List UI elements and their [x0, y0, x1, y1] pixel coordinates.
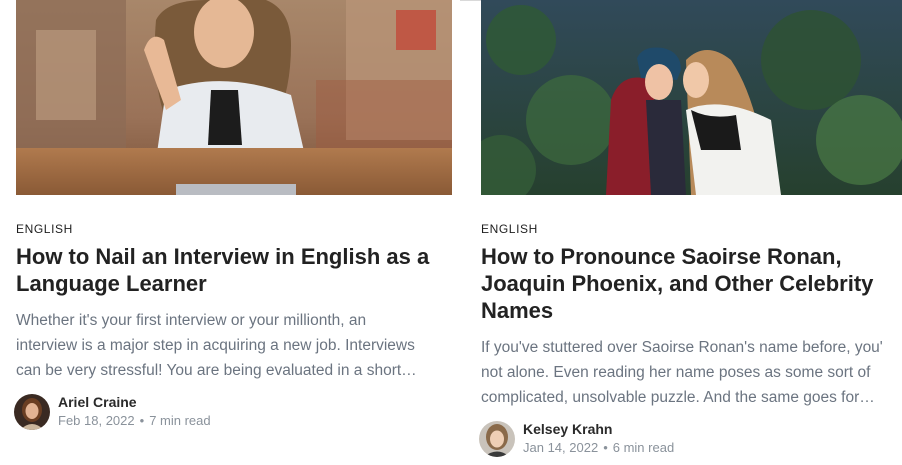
article-card: ENGLISH How to Pronounce Saoirse Ronan, … [479, 0, 902, 457]
article-image-illustration [16, 0, 452, 195]
excerpt-line: not alone. Even reading her name poses a… [481, 364, 871, 381]
author-avatar[interactable] [14, 394, 50, 430]
publish-date: Jan 14, 2022 [523, 440, 599, 455]
excerpt-line: interview is a major step in acquiring a… [16, 337, 415, 354]
avatar-illustration [479, 421, 515, 457]
meta-separator: • [139, 413, 145, 428]
article-image-girls-whispering[interactable] [481, 0, 902, 195]
article-category[interactable]: ENGLISH [481, 222, 538, 236]
article-excerpt: If you've stuttered over Saoirse Ronan's… [481, 335, 902, 410]
author-avatar[interactable] [479, 421, 515, 457]
article-meta: Jan 14, 2022 • 6 min read [523, 440, 674, 455]
author-name[interactable]: Ariel Craine [58, 394, 137, 410]
excerpt-line: can be very stressful! You are being eva… [16, 362, 417, 379]
excerpt-line: Whether it's your first interview or you… [16, 312, 367, 329]
article-excerpt: Whether it's your first interview or you… [16, 308, 446, 383]
avatar-illustration [14, 394, 50, 430]
publish-date: Feb 18, 2022 [58, 413, 135, 428]
article-image-illustration [481, 0, 902, 195]
article-card: ENGLISH How to Nail an Interview in Engl… [14, 0, 452, 430]
author-name[interactable]: Kelsey Krahn [523, 421, 612, 437]
meta-separator: • [603, 440, 608, 455]
read-time: 7 min read [149, 413, 211, 428]
article-category[interactable]: ENGLISH [16, 222, 73, 236]
article-title[interactable]: How to Nail an Interview in English as a… [16, 243, 452, 297]
article-meta: Feb 18, 2022 • 7 min read [58, 413, 211, 428]
article-grid: ENGLISH How to Nail an Interview in Engl… [0, 0, 902, 465]
article-image-woman-waving-at-laptop[interactable] [16, 0, 452, 195]
excerpt-line: complicated, unsolvable puzzle. And the … [481, 389, 875, 406]
article-title[interactable]: How to Pronounce Saoirse Ronan, Joaquin … [481, 243, 902, 324]
excerpt-line: If you've stuttered over Saoirse Ronan's… [481, 339, 883, 356]
read-time: 6 min read [612, 440, 675, 455]
